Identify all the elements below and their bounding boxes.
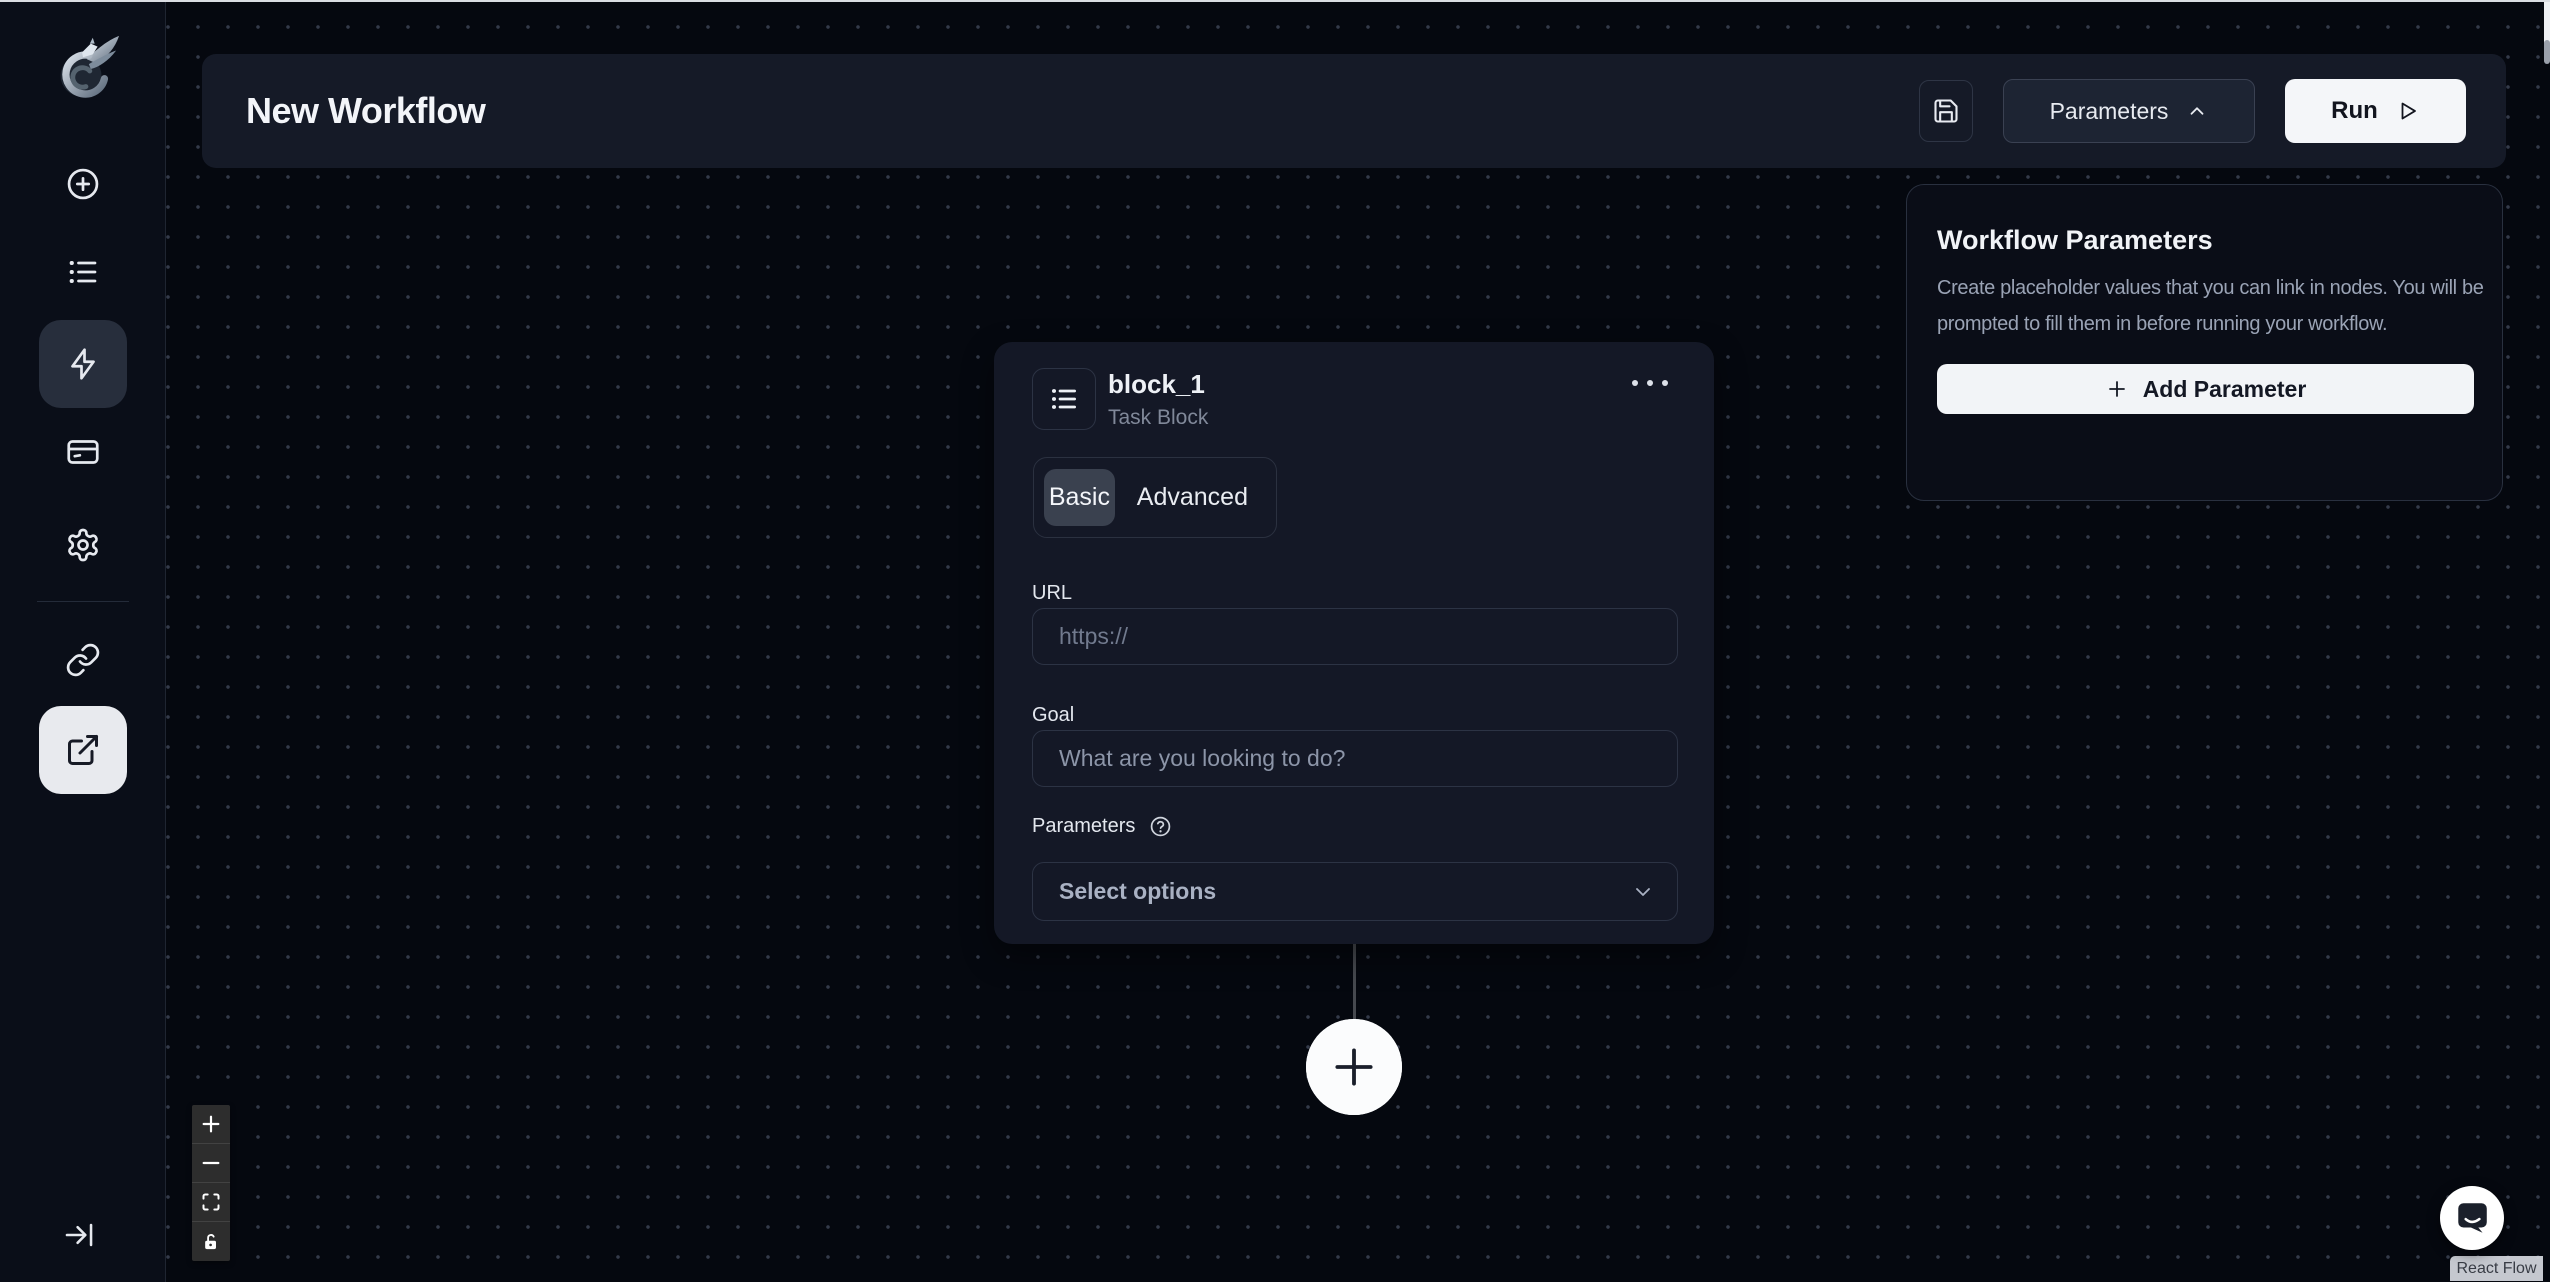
task-block-icon-box: [1032, 368, 1096, 430]
parameters-label: Parameters: [1032, 815, 1136, 837]
parameters-field-row: Parameters: [1032, 815, 1172, 838]
fit-view-button[interactable]: [192, 1183, 230, 1222]
chevron-down-icon: [1631, 880, 1655, 904]
workflow-parameters-panel: Workflow Parameters Create placeholder v…: [1906, 184, 2503, 501]
task-block-node[interactable]: block_1 Task Block Basic Advanced URL Go…: [994, 342, 1714, 944]
sidebar-item-create[interactable]: [39, 140, 127, 228]
credit-card-icon: [65, 434, 101, 470]
parameters-select[interactable]: Select options: [1032, 862, 1678, 921]
chat-bubble-icon: [2453, 1199, 2491, 1237]
zoom-in-button[interactable]: [192, 1105, 230, 1144]
url-input[interactable]: [1032, 608, 1678, 665]
sidebar-item-share[interactable]: [39, 706, 127, 794]
arrow-right-to-line-icon: [62, 1218, 96, 1252]
sidebar-divider: [37, 601, 129, 602]
play-icon: [2396, 99, 2420, 123]
gear-icon: [65, 527, 101, 563]
chat-launcher-button[interactable]: [2440, 1186, 2504, 1250]
workflow-parameters-description: Create placeholder values that you can l…: [1937, 277, 2484, 335]
external-link-icon: [65, 732, 101, 768]
floppy-disk-icon: [1932, 97, 1960, 125]
help-circle-icon[interactable]: [1149, 815, 1172, 838]
url-label: URL: [1032, 582, 1073, 604]
plus-icon: [2105, 377, 2129, 401]
list-icon: [65, 254, 101, 290]
node-subtitle: Task Block: [1108, 406, 1209, 429]
node-mode-tabs: Basic Advanced: [1033, 457, 1277, 538]
canvas-controls: [192, 1105, 230, 1261]
node-title: block_1: [1108, 369, 1205, 399]
list-icon: [1048, 383, 1080, 415]
link-icon: [65, 642, 101, 678]
skyvern-dragon-logo[interactable]: [44, 30, 122, 108]
sidebar-item-integrations[interactable]: [39, 616, 127, 704]
workflow-parameters-title: Workflow Parameters: [1937, 225, 2213, 255]
parameters-toggle-button[interactable]: Parameters: [2003, 79, 2255, 143]
lock-open-icon: [201, 1232, 221, 1252]
save-button[interactable]: [1919, 80, 1973, 142]
sidebar-collapse-button[interactable]: [55, 1211, 103, 1259]
minus-icon: [200, 1152, 222, 1174]
sidebar: [0, 0, 166, 1282]
top-hairline: [0, 0, 2550, 2]
ellipsis-icon: [1632, 380, 1668, 386]
goal-input[interactable]: [1032, 730, 1678, 787]
page-title: New Workflow: [246, 90, 486, 131]
zap-icon: [65, 346, 101, 382]
plus-icon: [200, 1113, 222, 1135]
add-block-button[interactable]: [1306, 1019, 1402, 1115]
tab-advanced[interactable]: Advanced: [1119, 483, 1266, 512]
parameters-toggle-label: Parameters: [2049, 97, 2169, 124]
run-button[interactable]: Run: [2285, 79, 2466, 143]
chevron-up-icon: [2186, 100, 2208, 122]
sidebar-item-workflows[interactable]: [39, 320, 127, 408]
react-flow-attribution-label: React Flow: [2456, 1259, 2537, 1277]
zoom-out-button[interactable]: [192, 1144, 230, 1183]
react-flow-attribution[interactable]: React Flow: [2450, 1256, 2543, 1281]
scrollbar-thumb[interactable]: [2544, 40, 2550, 64]
header-actions: Parameters Run: [1919, 79, 2466, 143]
sidebar-item-tasks[interactable]: [39, 228, 127, 316]
add-parameter-label: Add Parameter: [2142, 375, 2307, 402]
maximize-icon: [201, 1192, 221, 1212]
sidebar-item-settings[interactable]: [39, 501, 127, 589]
goal-label: Goal: [1032, 704, 1075, 726]
edge-block1-to-add: [1353, 944, 1356, 1020]
plus-circle-icon: [65, 166, 101, 202]
sidebar-item-billing[interactable]: [39, 408, 127, 496]
run-label: Run: [2331, 97, 2378, 124]
plus-icon: [1327, 1040, 1381, 1094]
lock-button[interactable]: [192, 1222, 230, 1261]
workflow-header: New Workflow Parameters Run: [202, 54, 2506, 168]
tab-basic[interactable]: Basic: [1044, 469, 1115, 526]
parameters-select-value: Select options: [1059, 878, 1217, 904]
node-menu-button[interactable]: [1626, 374, 1674, 392]
add-parameter-button[interactable]: Add Parameter: [1937, 364, 2474, 414]
